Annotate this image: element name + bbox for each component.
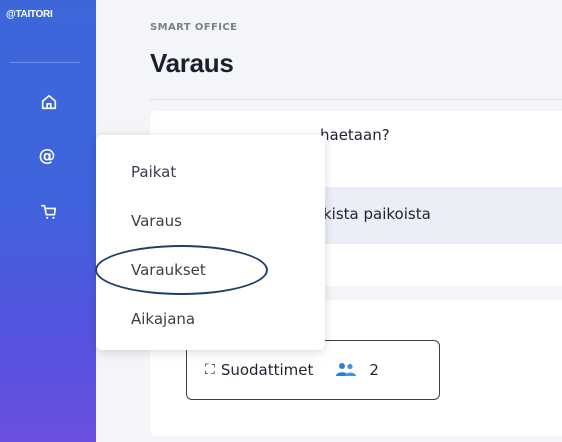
page-title: Varaus (150, 48, 234, 78)
page-header: SMART OFFICE Varaus (130, 0, 562, 100)
expand-icon: ⛶ (205, 362, 215, 378)
menu-item-varaukset[interactable]: Varaukset (131, 261, 206, 279)
search-option-label: kista paikoista (323, 205, 431, 223)
sidebar: @TAITORI @ (0, 0, 96, 442)
section-eyebrow: SMART OFFICE (150, 22, 238, 33)
filters-label: Suodattimet (220, 361, 314, 379)
search-question: haetaan? (320, 126, 390, 144)
sidebar-divider (10, 62, 80, 63)
people-count: 2 (369, 361, 379, 379)
at-icon[interactable]: @ (38, 146, 56, 166)
menu-item-paikat[interactable]: Paikat (131, 163, 176, 181)
header-divider (150, 99, 562, 100)
menu-item-aikajana[interactable]: Aikajana (131, 310, 195, 328)
brand-logo: @TAITORI (6, 9, 53, 20)
menu-item-varaus[interactable]: Varaus (131, 212, 182, 230)
cart-icon[interactable] (40, 203, 58, 221)
people-icon (336, 363, 357, 376)
nav-dropdown-menu: Paikat Varaus Varaukset Aikajana (96, 135, 325, 350)
home-icon[interactable] (40, 93, 58, 111)
